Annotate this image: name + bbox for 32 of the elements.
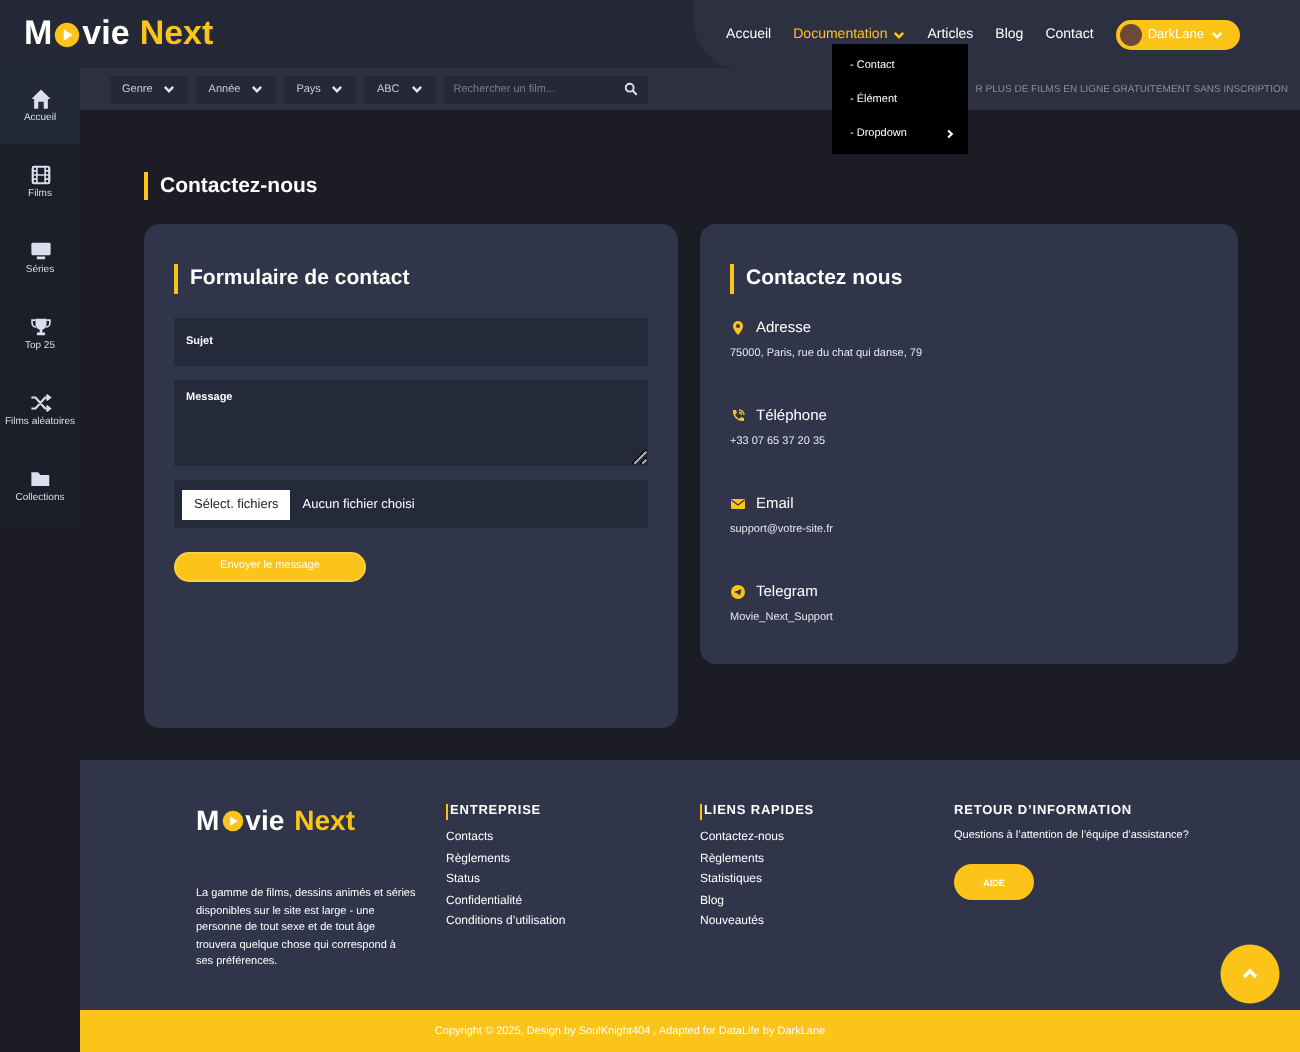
folder-icon: [29, 467, 51, 490]
logo-text: vie: [82, 14, 130, 54]
caret-icon: [891, 27, 906, 41]
card-title: Contactez nous: [730, 264, 1208, 294]
chevron-up-icon: [1240, 964, 1260, 984]
play-circle-icon: [54, 21, 81, 47]
shuffle-icon: [29, 391, 51, 414]
logo-text: M: [196, 804, 220, 836]
avatar-icon: [1119, 23, 1142, 45]
chevron-right-icon: [944, 127, 956, 139]
page-title: Contactez-nous: [144, 172, 1240, 200]
film-icon: [29, 163, 51, 186]
trophy-icon: [29, 315, 51, 338]
caret-icon: [1210, 27, 1224, 41]
logo-text: vie: [245, 804, 285, 836]
caret-icon: [250, 82, 265, 96]
card-title: Formulaire de contact: [174, 264, 648, 294]
logo-text: Next: [294, 804, 355, 836]
phone-icon: [730, 407, 746, 423]
mail-icon: [730, 495, 746, 511]
caret-icon: [330, 82, 345, 96]
play-circle-icon: [221, 809, 244, 831]
paper-plane-icon: [730, 583, 746, 599]
logo-text: M: [24, 14, 53, 54]
caret-icon: [409, 82, 424, 96]
caret-icon: [162, 82, 177, 96]
home-icon: [29, 87, 51, 110]
scroll-top-button[interactable]: [1220, 944, 1280, 1004]
logo-text: Next: [139, 14, 214, 54]
search-icon: [623, 82, 638, 96]
monitor-icon: [29, 239, 51, 262]
location-pin-icon: [730, 319, 746, 335]
